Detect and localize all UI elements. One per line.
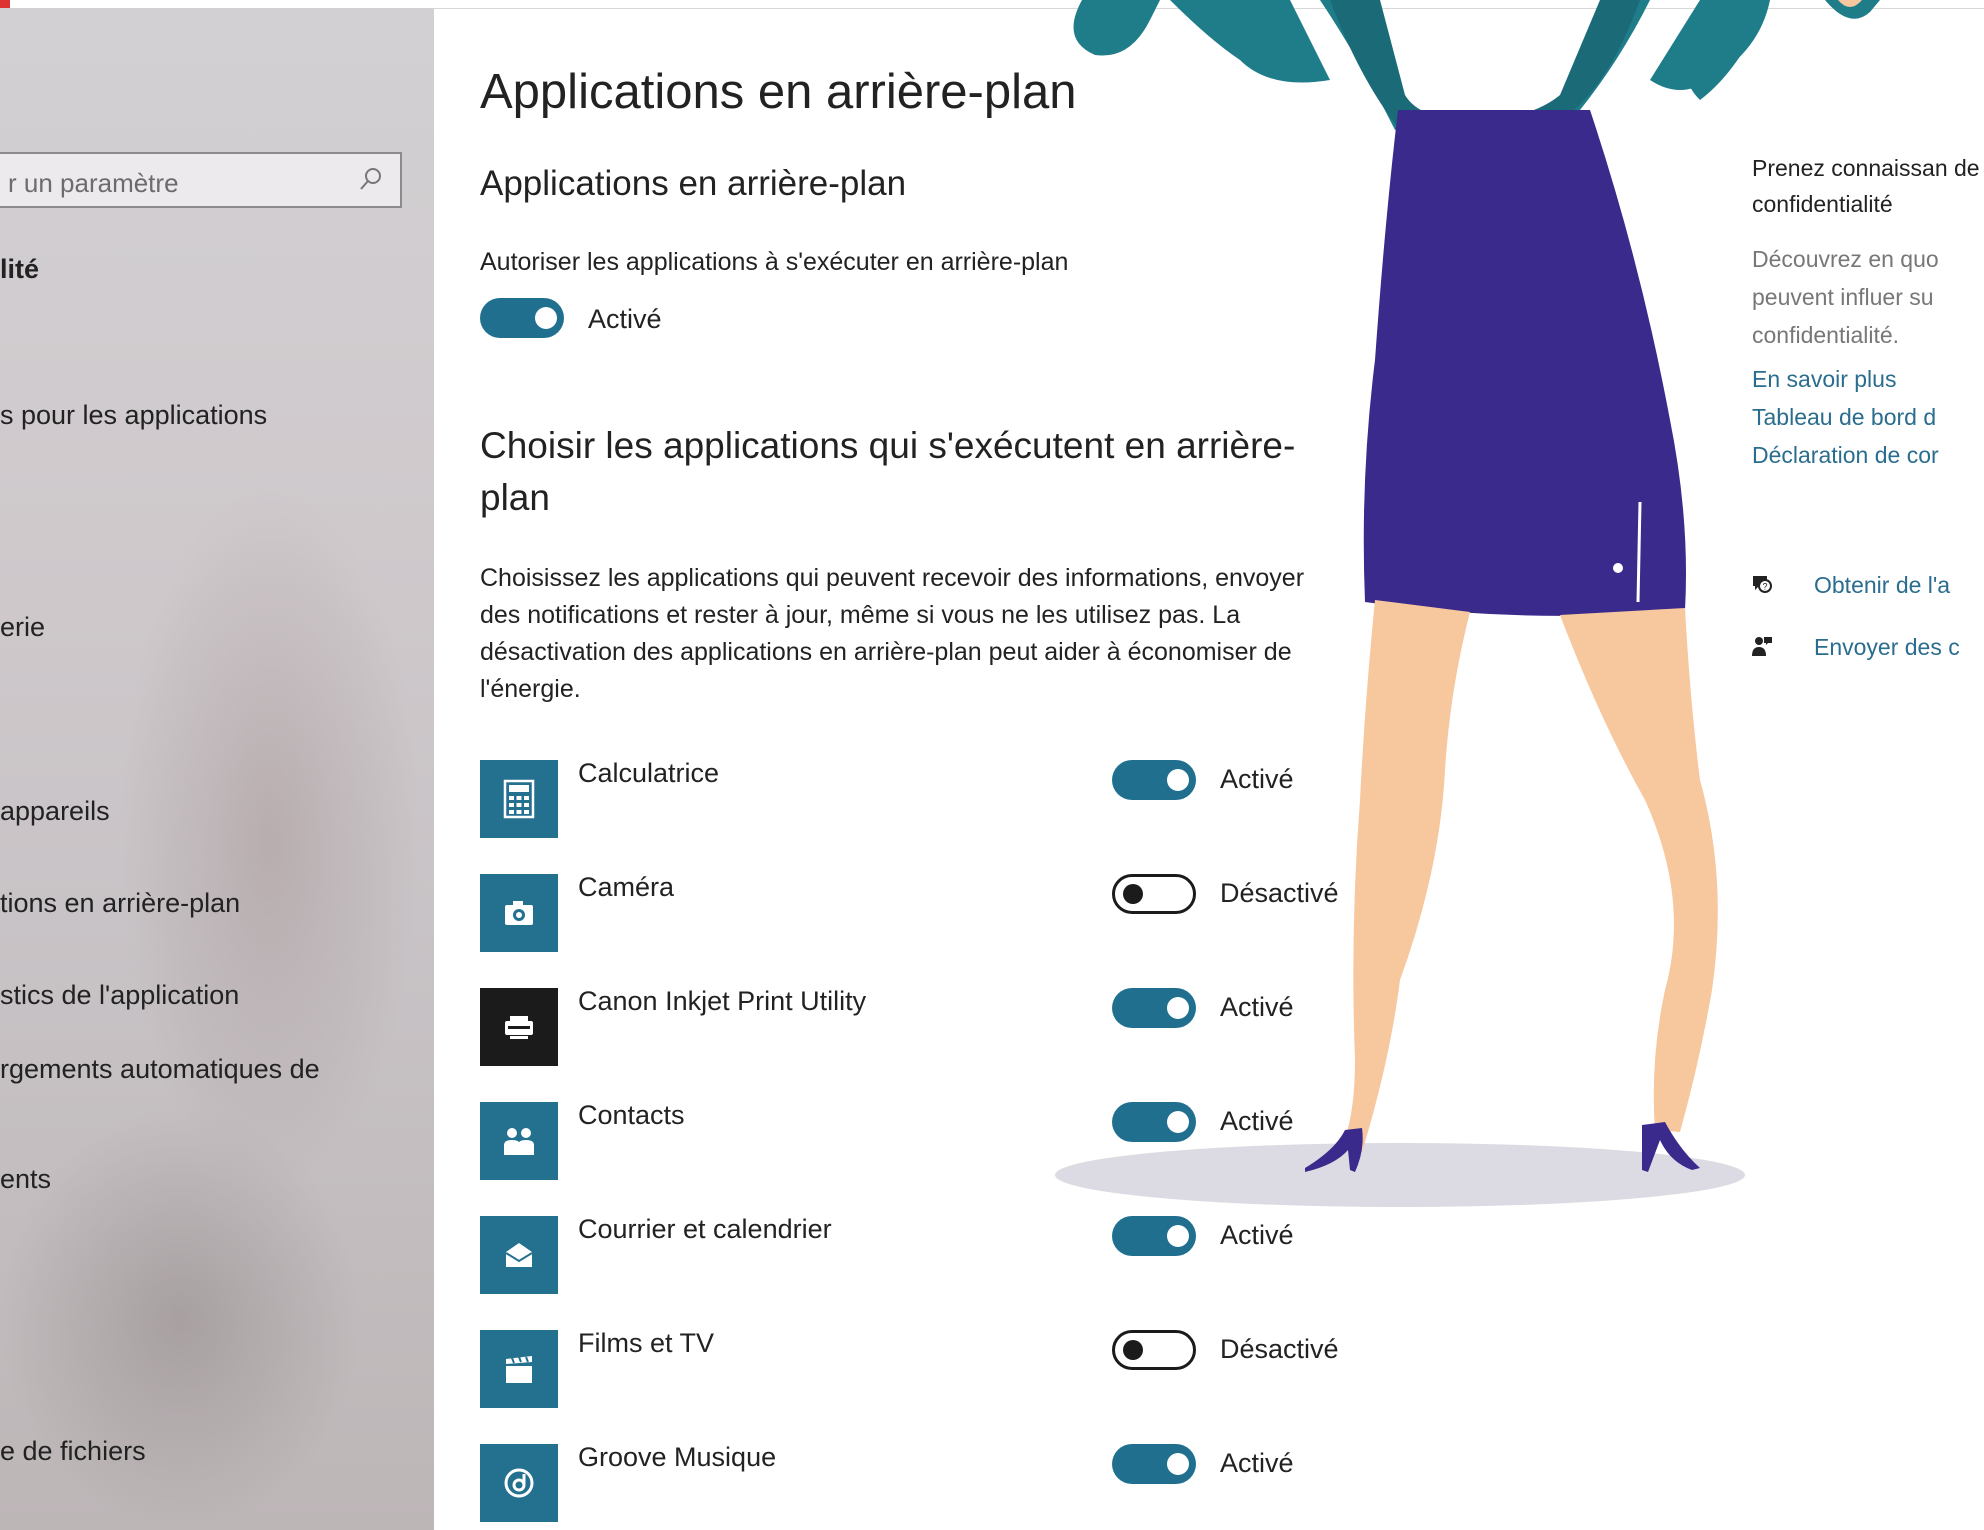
list-item: Courrier et calendrier — [480, 1214, 1340, 1296]
app-state: Activé — [1220, 764, 1294, 794]
page-title: Applications en arrière-plan — [480, 65, 1077, 119]
app-state: Activé — [1220, 1106, 1294, 1136]
list-item: Contacts — [480, 1100, 1340, 1182]
app-state: Désactivé — [1220, 1334, 1339, 1364]
sidebar-item-devices[interactable]: appareils — [0, 796, 110, 827]
window-accent-corner — [0, 0, 10, 8]
app-name: Contacts — [578, 1100, 685, 1130]
sidebar-item-background-apps[interactable]: tions en arrière-plan — [0, 888, 240, 919]
app-toggle-contacts[interactable] — [1112, 1102, 1196, 1142]
app-toggle-groove[interactable] — [1112, 1444, 1196, 1484]
app-state: Activé — [1220, 1220, 1294, 1250]
privacy-panel-title: Prenez connaissan de confidentialité — [1752, 155, 1980, 217]
toggle-knob — [1167, 1453, 1189, 1475]
sidebar-item-documents[interactable]: ents — [0, 1164, 51, 1195]
toggle-knob — [1167, 1225, 1189, 1247]
app-name: Films et TV — [578, 1328, 715, 1358]
sidebar: r un paramètre lité s pour les applicati… — [0, 8, 434, 1530]
allow-background-label: Autoriser les applications à s'exécuter … — [480, 248, 1069, 276]
clapperboard-icon — [480, 1330, 558, 1408]
camera-icon — [480, 874, 558, 952]
get-help-link[interactable]: Obtenir de l'a — [1814, 572, 1950, 599]
app-state: Désactivé — [1220, 878, 1339, 908]
sidebar-item-auto-downloads[interactable]: rgements automatiques de — [0, 1054, 320, 1085]
toggle-knob — [1167, 997, 1189, 1019]
app-name: Canon Inkjet Print Utility — [578, 986, 867, 1016]
svg-text:?: ? — [1763, 582, 1768, 592]
sidebar-section-heading: lité — [0, 254, 40, 284]
main-content: Applications en arrière-plan Application… — [434, 8, 1984, 1530]
list-item: Groove Musique — [480, 1442, 1340, 1524]
music-icon — [480, 1444, 558, 1522]
app-state: Activé — [1220, 1448, 1294, 1478]
feedback-person-icon — [1752, 637, 1772, 656]
app-toggle-camera[interactable] — [1112, 874, 1196, 914]
toggle-knob — [1123, 884, 1143, 904]
list-item: Films et TV — [480, 1328, 1340, 1410]
app-name: Calculatrice — [578, 758, 720, 788]
calculator-icon — [480, 760, 558, 838]
send-feedback-link[interactable]: Envoyer des c — [1814, 634, 1960, 661]
allow-background-state: Activé — [588, 304, 662, 334]
app-name: Caméra — [578, 872, 675, 902]
app-name: Courrier et calendrier — [578, 1214, 832, 1244]
section-title: Applications en arrière-plan — [480, 164, 907, 203]
privacy-statement-link[interactable]: Déclaration de cor — [1752, 442, 1939, 469]
toggle-knob — [535, 307, 557, 329]
toggle-knob — [1167, 1111, 1189, 1133]
list-item: Calculatrice — [480, 758, 1340, 840]
sidebar-item-file-system[interactable]: e de fichiers — [0, 1436, 146, 1467]
learn-more-link[interactable]: En savoir plus — [1752, 366, 1896, 393]
choose-apps-description: Choisissez les applications qui peuvent … — [480, 564, 1305, 703]
app-name: Groove Musique — [578, 1442, 777, 1472]
list-item: Caméra — [480, 872, 1340, 954]
choose-apps-title: Choisir les applications qui s'exécutent… — [480, 425, 1296, 518]
printer-icon — [480, 988, 558, 1066]
sidebar-item-app-permissions[interactable]: s pour les applications — [0, 400, 267, 431]
app-toggle-canon[interactable] — [1112, 988, 1196, 1028]
app-state: Activé — [1220, 992, 1294, 1022]
search-icon[interactable] — [356, 164, 386, 194]
search-input[interactable]: r un paramètre — [0, 152, 402, 208]
mail-icon — [480, 1216, 558, 1294]
privacy-dashboard-link[interactable]: Tableau de bord d — [1752, 404, 1936, 431]
search-placeholder: r un paramètre — [8, 168, 179, 198]
app-toggle-calculatrice[interactable] — [1112, 760, 1196, 800]
privacy-panel-description: Découvrez en quo peuvent influer su conf… — [1752, 246, 1939, 348]
list-item: Canon Inkjet Print Utility — [480, 986, 1340, 1068]
toggle-knob — [1167, 769, 1189, 791]
contacts-icon — [480, 1102, 558, 1180]
sidebar-item-app-diagnostics[interactable]: stics de l'application — [0, 980, 239, 1011]
sidebar-item-battery[interactable]: erie — [0, 612, 45, 643]
app-toggle-courrier[interactable] — [1112, 1216, 1196, 1256]
app-toggle-films[interactable] — [1112, 1330, 1196, 1370]
toggle-knob — [1123, 1340, 1143, 1360]
allow-background-toggle[interactable] — [480, 298, 564, 338]
chat-help-icon: ? — [1753, 576, 1772, 593]
